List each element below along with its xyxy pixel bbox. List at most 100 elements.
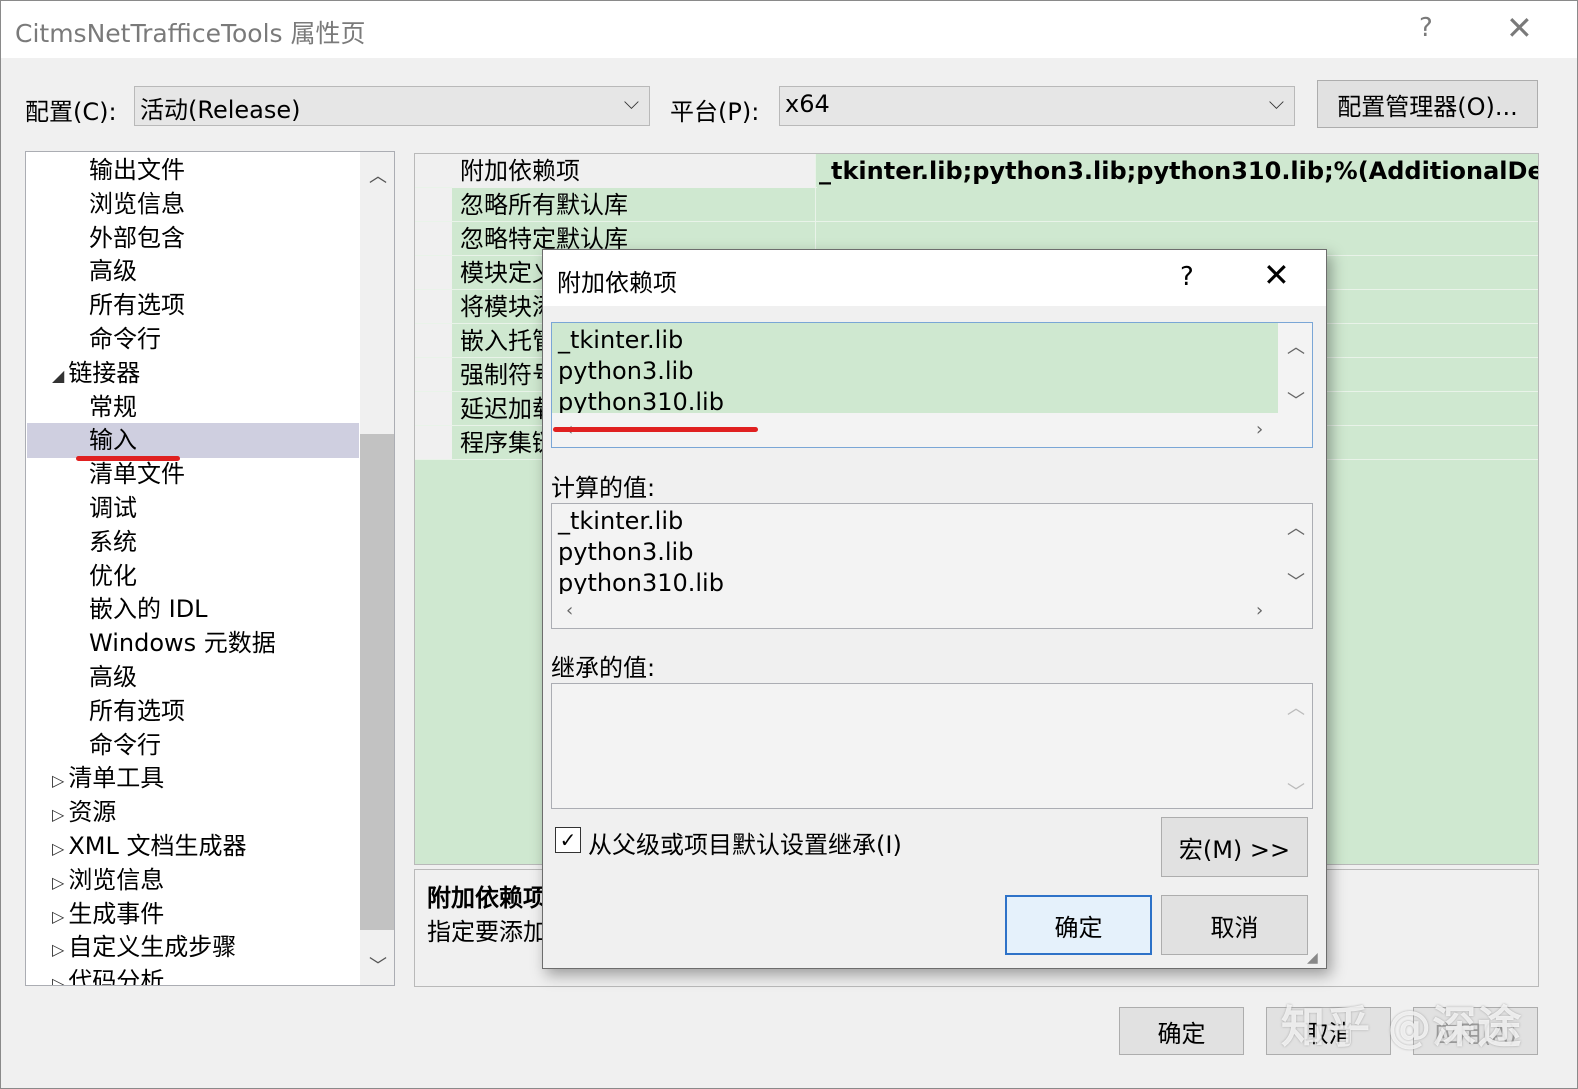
macro-button[interactable]: 宏(M) >> (1161, 817, 1308, 877)
scroll-left-icon[interactable]: ‹ (566, 600, 573, 621)
tree-item[interactable]: 命令行 (89, 322, 161, 356)
tree-item[interactable]: 命令行 (89, 728, 161, 762)
collapsed-triangle-icon[interactable]: ▷ (52, 805, 64, 824)
property-name: 忽略所有默认库 (452, 188, 816, 222)
tree-item[interactable]: ▷ XML 文档生成器 (52, 829, 246, 863)
scroll-up-icon[interactable]: ︿ (369, 162, 387, 188)
tree-item-label: XML 文档生成器 (68, 832, 247, 860)
tree-item[interactable]: 调试 (89, 491, 137, 525)
tree-item-label: 调试 (89, 494, 137, 522)
tree-item-label: 资源 (68, 798, 117, 827)
tree-item-label: 链接器 (68, 358, 141, 387)
scroll-up-icon[interactable]: ︿ (1287, 514, 1305, 540)
computed-values-label: 计算的值: (551, 474, 656, 502)
platform-label: 平台(P): (670, 98, 760, 126)
tree-item[interactable]: ▷ 清单工具 (52, 761, 164, 795)
tree-selection-highlight (27, 423, 359, 458)
property-row[interactable]: 附加依赖项 _tkinter.lib;python3.lib;python310.… (415, 154, 1538, 188)
tree-item[interactable]: 常规 (89, 390, 137, 424)
text-line: _tkinter.lib (558, 507, 684, 535)
tree-item[interactable]: 清单文件 (89, 457, 185, 491)
tree-item[interactable]: ▷ 自定义生成步骤 (52, 930, 236, 964)
dialog-close-icon[interactable]: ✕ (1263, 256, 1290, 294)
tree-item-label: 输入 (89, 426, 137, 455)
tree-scrollbar-thumb[interactable] (360, 434, 394, 930)
tree-item-label: Windows 元数据 (89, 629, 276, 658)
computed-values-box: _tkinter.lib python3.lib python310.lib ︿ ﹀… (551, 503, 1313, 629)
tree-item[interactable]: 高级 (89, 660, 137, 694)
tree-item-label: 自定义生成步骤 (68, 933, 237, 962)
dialog-help-icon[interactable]: ? (1180, 262, 1194, 292)
tree-item-label: 所有选项 (89, 291, 185, 320)
tree-item-label: 生成事件 (68, 899, 165, 928)
collapsed-triangle-icon[interactable]: ▷ (52, 907, 64, 926)
ok-button[interactable]: 确定 (1119, 1007, 1244, 1055)
tree-item[interactable]: 输出文件 (89, 153, 185, 187)
inherit-checkbox[interactable]: ✓ (555, 827, 581, 853)
tree-item[interactable]: ◢ 链接器 (52, 356, 140, 390)
tree-item[interactable]: ▷ 代码分析 (52, 964, 165, 986)
tree-item[interactable]: 系统 (89, 525, 137, 559)
tree-item-label: 浏览信息 (68, 865, 165, 894)
config-dropdown[interactable]: 活动(Release) ⌵ (134, 86, 650, 126)
scroll-down-icon[interactable]: ﹀ (1287, 568, 1305, 594)
tree-item[interactable]: 外部包含 (89, 221, 185, 255)
scroll-right-icon[interactable]: › (1256, 600, 1263, 621)
inherited-values-box: ︿ ﹀ (551, 683, 1313, 809)
tree-item[interactable]: 所有选项 (89, 694, 185, 728)
close-icon[interactable]: ✕ (1506, 9, 1533, 47)
scroll-up-icon[interactable]: ︿ (1287, 333, 1305, 359)
scroll-down-icon[interactable]: ﹀ (1287, 387, 1305, 413)
tree-item[interactable]: 嵌入的 IDL (89, 592, 208, 626)
expanded-triangle-icon[interactable]: ◢ (52, 366, 64, 385)
tree-item-label: 外部包含 (89, 223, 185, 252)
tree-item-label: 清单工具 (68, 764, 165, 793)
config-value: 活动(Release) (140, 96, 301, 124)
tree-item[interactable]: ▷ 资源 (52, 795, 116, 829)
tree-item-label: 系统 (89, 527, 137, 556)
scroll-down-icon[interactable]: ﹀ (369, 952, 387, 978)
edit-lines[interactable]: _tkinter.lib python3.lib python310.lib (558, 325, 724, 418)
collapsed-triangle-icon[interactable]: ▷ (52, 974, 64, 985)
collapsed-triangle-icon[interactable]: ▷ (52, 771, 64, 790)
watermark: 知乎 @深途 (1281, 1002, 1523, 1053)
scroll-up-icon[interactable]: ︿ (1287, 694, 1305, 720)
tree-item-label: 清单文件 (89, 460, 185, 489)
settings-tree: 输出文件 浏览信息 外部包含 高级 所有选项 命令行 ◢ 链接器 常规 输入 清单文件 调试 系统 优化嵌… (25, 151, 395, 986)
tree-item-label: 代码分析 (68, 967, 165, 986)
tree-item[interactable]: Windows 元数据 (89, 626, 276, 660)
computed-hscroll[interactable] (552, 594, 1278, 628)
tree-item-label: 高级 (89, 257, 137, 286)
collapsed-triangle-icon[interactable]: ▷ (52, 839, 64, 858)
inherit-checkbox-label[interactable]: 从父级或项目默认设置继承(I) (588, 825, 902, 860)
tree-item[interactable]: 高级 (89, 254, 137, 288)
platform-dropdown[interactable]: x64 ⌵ (779, 86, 1295, 126)
inherited-values-label: 继承的值: (551, 654, 656, 682)
scroll-down-icon[interactable]: ﹀ (1287, 778, 1305, 804)
dialog-ok-button[interactable]: 确定 (1005, 895, 1152, 955)
dialog-cancel-button[interactable]: 取消 (1161, 895, 1308, 955)
config-label: 配置(C): (25, 98, 117, 126)
tree-item[interactable]: 浏览信息 (89, 187, 185, 221)
tree-item[interactable]: ▷ 浏览信息 (52, 863, 164, 897)
resize-grip-icon[interactable]: ◢ (1307, 950, 1318, 966)
tree-item-label: 命令行 (89, 730, 161, 759)
tree-item[interactable]: ▷ 生成事件 (52, 897, 164, 931)
description-title: 附加依赖项 (427, 884, 547, 912)
property-name: 附加依赖项 (452, 154, 816, 188)
collapsed-triangle-icon[interactable]: ▷ (52, 940, 64, 959)
help-icon[interactable]: ? (1419, 13, 1433, 43)
config-manager-button[interactable]: 配置管理器(O)... (1317, 80, 1538, 128)
property-value[interactable]: _tkinter.lib;python3.lib;python310.lib;%… (817, 154, 1538, 188)
scroll-right-icon[interactable]: › (1256, 419, 1263, 440)
tree-item[interactable]: 输入 (89, 423, 137, 457)
platform-value: x64 (785, 90, 830, 118)
property-value[interactable] (817, 188, 819, 222)
tree-item[interactable]: 所有选项 (89, 288, 185, 322)
collapsed-triangle-icon[interactable]: ▷ (52, 873, 64, 892)
property-row[interactable]: 忽略所有默认库 (415, 188, 1538, 222)
tree-item-label: 嵌入的 IDL (89, 595, 208, 624)
window-title: CitmsNetTrafficeTools 属性页 (15, 19, 366, 48)
text-line: _tkinter.lib (558, 326, 684, 354)
tree-item[interactable]: 优化 (89, 559, 137, 593)
